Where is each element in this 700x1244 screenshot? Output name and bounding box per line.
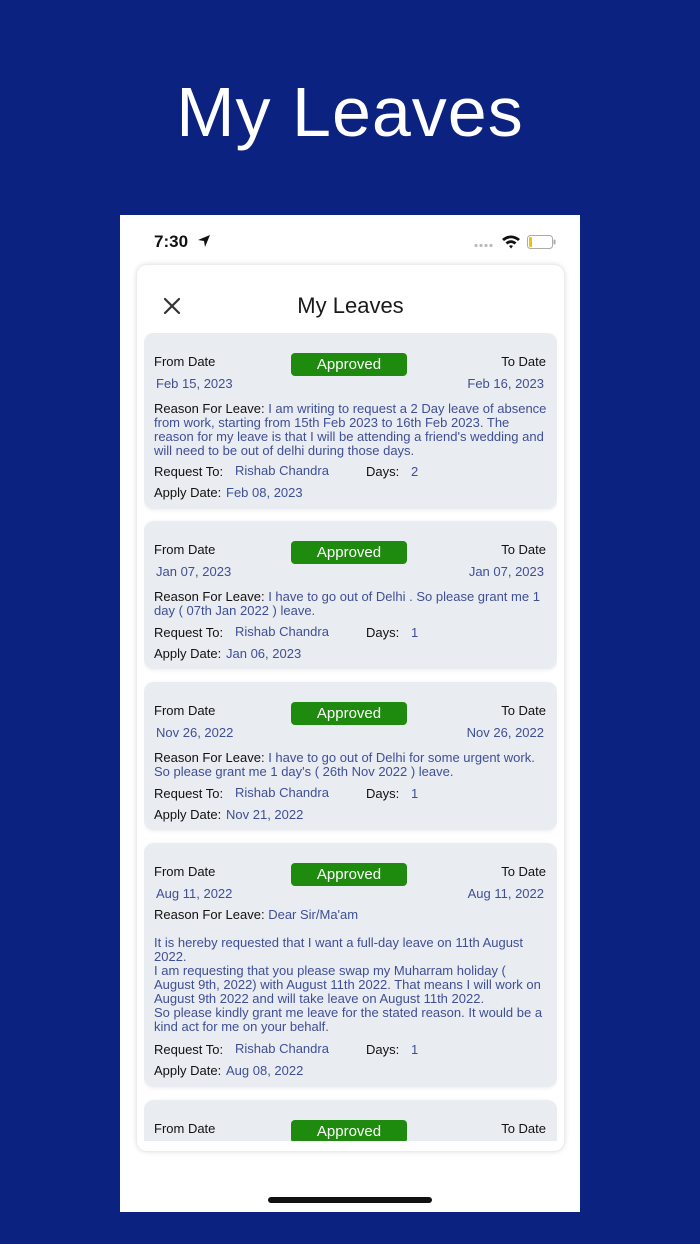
status-bar: 7:30 (120, 215, 580, 265)
days-label: Days: (366, 625, 400, 640)
leave-reason: Reason For Leave: I have to go out of De… (154, 751, 549, 779)
leave-card[interactable]: From Date Approved To Date Jan 07, 2023 … (144, 521, 557, 669)
from-date-label: From Date (154, 354, 216, 369)
days-label: Days: (366, 1042, 400, 1057)
to-date-value: Feb 16, 2023 (467, 376, 544, 391)
request-to-label: Request To: (154, 625, 224, 640)
leave-card[interactable]: From Date Approved To Date Aug 11, 2022 … (144, 843, 557, 1087)
request-to-value: Rishab Chandra (235, 785, 329, 800)
sheet-title: My Leaves (297, 293, 404, 318)
request-to-value: Rishab Chandra (235, 624, 329, 639)
apply-date-value: Nov 21, 2022 (226, 807, 304, 822)
status-badge: Approved (291, 1120, 407, 1141)
phone-screen: 7:30 My Leaves From Date Approved To Dat… (120, 215, 580, 1212)
from-date-value: Feb 15, 2023 (156, 376, 233, 391)
to-date-label: To Date (501, 354, 546, 369)
apply-date-value: Feb 08, 2023 (226, 485, 303, 500)
from-date-value: Nov 26, 2022 (156, 725, 234, 740)
to-date-label: To Date (501, 864, 546, 879)
days-value: 1 (411, 786, 419, 801)
leave-reason: Reason For Leave: I am writing to reques… (154, 402, 549, 458)
to-date-value: Nov 26, 2022 (466, 725, 544, 740)
home-indicator[interactable] (268, 1197, 432, 1203)
request-to-label: Request To: (154, 786, 224, 801)
leave-card[interactable]: From Date Approved To Date Nov 26, 2022 … (144, 682, 557, 830)
battery-icon (527, 235, 556, 249)
reason-text: Dear Sir/Ma'am It is hereby requested th… (154, 907, 543, 1034)
to-date-label: To Date (501, 703, 546, 718)
from-date-label: From Date (154, 703, 216, 718)
apply-date-label: Apply Date: (154, 485, 222, 500)
from-date-label: From Date (154, 542, 216, 557)
status-badge: Approved (291, 702, 407, 725)
from-date-value: Jan 07, 2023 (156, 564, 232, 579)
leave-card[interactable]: From Date Approved To Date Feb 15, 2023 … (144, 333, 557, 509)
status-badge: Approved (291, 863, 407, 886)
leave-reason: Reason For Leave: I have to go out of De… (154, 590, 549, 618)
promo-title: My Leaves (176, 73, 524, 151)
status-badge: Approved (291, 541, 407, 564)
leave-reason: Reason For Leave: Dear Sir/Ma'am It is h… (154, 908, 549, 1034)
apply-date-value: Jan 06, 2023 (226, 646, 302, 661)
leave-card[interactable]: From Date Approved To Date (144, 1100, 557, 1141)
days-value: 2 (411, 464, 419, 479)
to-date-value: Aug 11, 2022 (467, 886, 544, 901)
days-label: Days: (366, 464, 400, 479)
days-value: 1 (411, 625, 419, 640)
request-to-label: Request To: (154, 464, 224, 479)
reason-label: Reason For Leave: (154, 750, 265, 765)
to-date-label: To Date (501, 542, 546, 557)
apply-date-label: Apply Date: (154, 1063, 222, 1078)
leaves-sheet: My Leaves From Date Approved To Date Feb… (137, 265, 564, 1151)
reason-label: Reason For Leave: (154, 907, 265, 922)
leave-list[interactable]: From Date Approved To Date Feb 15, 2023 … (144, 333, 557, 1141)
request-to-value: Rishab Chandra (235, 463, 329, 478)
location-arrow-icon (198, 235, 210, 247)
request-to-value: Rishab Chandra (235, 1041, 329, 1056)
status-time: 7:30 (154, 232, 189, 251)
days-label: Days: (366, 786, 400, 801)
wifi-icon (502, 235, 520, 249)
to-date-label: To Date (501, 1121, 546, 1136)
reason-label: Reason For Leave: (154, 401, 265, 416)
days-value: 1 (411, 1042, 419, 1057)
sheet-header: My Leaves (137, 265, 564, 333)
request-to-label: Request To: (154, 1042, 224, 1057)
apply-date-label: Apply Date: (154, 646, 222, 661)
from-date-label: From Date (154, 864, 216, 879)
reason-label: Reason For Leave: (154, 589, 265, 604)
from-date-label: From Date (154, 1121, 216, 1136)
from-date-value: Aug 11, 2022 (156, 886, 233, 901)
apply-date-value: Aug 08, 2022 (226, 1063, 304, 1078)
cellular-signal-icon (474, 243, 493, 248)
to-date-value: Jan 07, 2023 (468, 564, 544, 579)
apply-date-label: Apply Date: (154, 807, 222, 822)
status-badge: Approved (291, 353, 407, 376)
